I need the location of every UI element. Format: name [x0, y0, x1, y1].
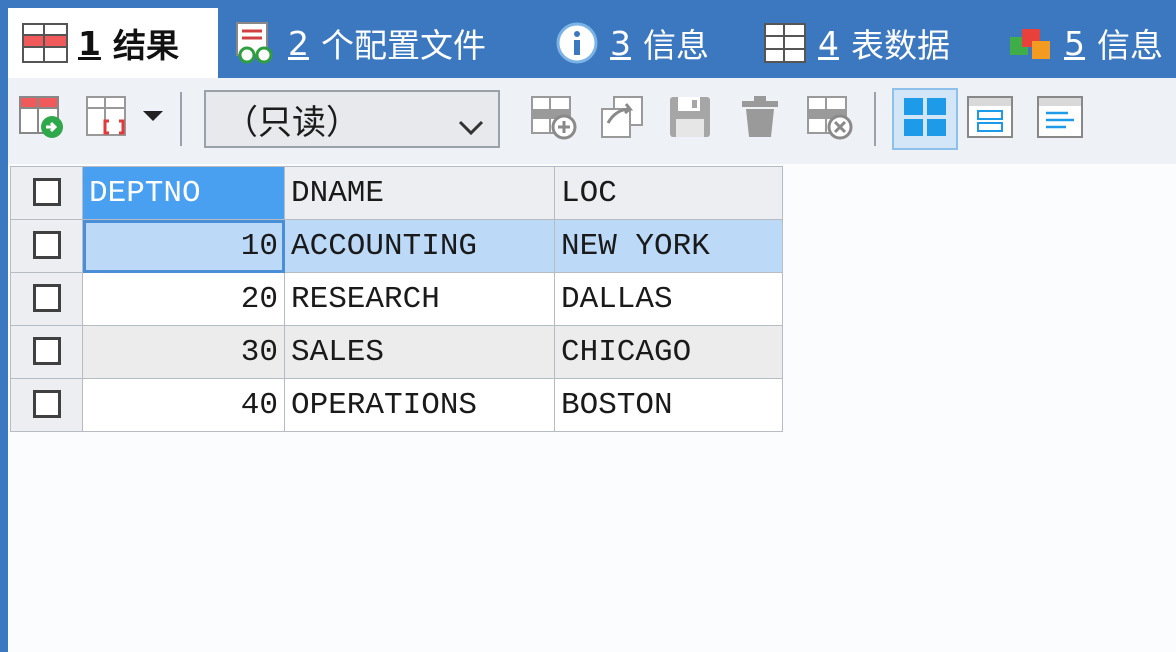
save-button[interactable]	[664, 92, 716, 146]
discard-icon	[806, 93, 854, 145]
cell-loc[interactable]: NEW YORK	[554, 219, 783, 273]
cell-deptno[interactable]: 40	[82, 378, 285, 432]
delete-button[interactable]	[734, 92, 786, 146]
row-checkbox-cell[interactable]	[10, 219, 83, 273]
form-view-button[interactable]	[964, 92, 1016, 146]
cell-loc[interactable]: CHICAGO	[554, 325, 783, 379]
chevron-down-icon	[458, 108, 484, 148]
cell-dname[interactable]: SALES	[284, 325, 555, 379]
table-row[interactable]: 10 ACCOUNTING NEW YORK	[10, 219, 783, 273]
import-dropdown-button[interactable]	[82, 92, 168, 146]
row-checkbox-cell[interactable]	[10, 272, 83, 326]
import-dropdown-icon	[83, 93, 167, 145]
cell-dname[interactable]: OPERATIONS	[284, 378, 555, 432]
duplicate-row-button[interactable]	[596, 92, 648, 146]
toolbar-separator	[874, 92, 876, 146]
tab-result[interactable]: 1 结果	[8, 8, 218, 78]
tab-result-number: 1	[78, 23, 101, 63]
cell-dname[interactable]: RESEARCH	[284, 272, 555, 326]
cell-loc[interactable]: DALLAS	[554, 272, 783, 326]
duplicate-row-icon	[598, 93, 646, 145]
text-view-icon	[1036, 93, 1084, 145]
grid-header-row: DEPTNO DNAME LOC	[10, 166, 783, 220]
tab-info[interactable]: 3 信息	[554, 8, 709, 78]
result-tab-bar: 1 结果 2 个配置文件 3 信息 4 表数据 5 信息	[0, 0, 1176, 78]
checkbox[interactable]	[32, 178, 61, 207]
tab-result-label: 结果	[112, 26, 179, 65]
tab-table-data-label: 表数据	[851, 26, 950, 65]
grid-view-icon	[901, 93, 949, 145]
tab-profiles-number: 2	[288, 23, 309, 63]
edit-mode-value: （只读）	[224, 102, 360, 143]
insert-row-button[interactable]	[528, 92, 580, 146]
tab-table-data-number: 4	[818, 23, 839, 63]
cell-loc[interactable]: BOSTON	[554, 378, 783, 432]
checkbox[interactable]	[32, 284, 61, 313]
row-checkbox-cell[interactable]	[10, 378, 83, 432]
discard-changes-button[interactable]	[804, 92, 856, 146]
cell-deptno[interactable]: 10	[82, 219, 285, 273]
checkbox[interactable]	[32, 390, 61, 419]
window-frame-left	[0, 0, 8, 652]
save-icon	[666, 93, 714, 145]
tab-info-2-label: 信息	[1097, 26, 1163, 65]
export-button[interactable]	[16, 92, 68, 146]
insert-row-icon	[530, 93, 578, 145]
row-checkbox-cell[interactable]	[10, 325, 83, 379]
text-view-button[interactable]	[1034, 92, 1086, 146]
info-stack-icon	[1008, 20, 1054, 66]
export-icon	[18, 93, 66, 145]
result-grid-icon	[22, 20, 68, 66]
info-icon	[554, 20, 600, 66]
cell-deptno[interactable]: 20	[82, 272, 285, 326]
select-all-checkbox-cell[interactable]	[10, 166, 83, 220]
grid-toolbar: （只读）	[8, 78, 1176, 164]
edit-mode-select[interactable]: （只读）	[204, 90, 500, 148]
table-data-icon	[762, 20, 808, 66]
form-view-icon	[966, 93, 1014, 145]
tab-profiles[interactable]: 2 个配置文件	[232, 8, 486, 78]
toolbar-separator	[180, 92, 182, 146]
result-grid-area: DEPTNO DNAME LOC 10 ACCOUNTING NEW YORK …	[8, 164, 1176, 652]
profile-icon	[232, 20, 278, 66]
delete-icon	[736, 93, 784, 145]
column-header-deptno[interactable]: DEPTNO	[82, 166, 285, 220]
tab-info-number: 3	[610, 23, 631, 63]
checkbox[interactable]	[32, 337, 61, 366]
checkbox[interactable]	[32, 231, 61, 260]
table-row[interactable]: 40 OPERATIONS BOSTON	[10, 378, 783, 432]
tab-profiles-label: 个配置文件	[321, 26, 486, 65]
tab-info-2-number: 5	[1064, 23, 1085, 63]
grid-view-button[interactable]	[892, 88, 958, 150]
result-grid: DEPTNO DNAME LOC 10 ACCOUNTING NEW YORK …	[10, 166, 783, 432]
column-header-loc[interactable]: LOC	[554, 166, 783, 220]
cell-deptno[interactable]: 30	[82, 325, 285, 379]
table-row[interactable]: 20 RESEARCH DALLAS	[10, 272, 783, 326]
column-header-dname[interactable]: DNAME	[284, 166, 555, 220]
tab-info-label: 信息	[643, 26, 709, 65]
tab-info-2[interactable]: 5 信息	[1008, 8, 1163, 78]
tab-table-data[interactable]: 4 表数据	[762, 8, 950, 78]
cell-dname[interactable]: ACCOUNTING	[284, 219, 555, 273]
table-row[interactable]: 30 SALES CHICAGO	[10, 325, 783, 379]
